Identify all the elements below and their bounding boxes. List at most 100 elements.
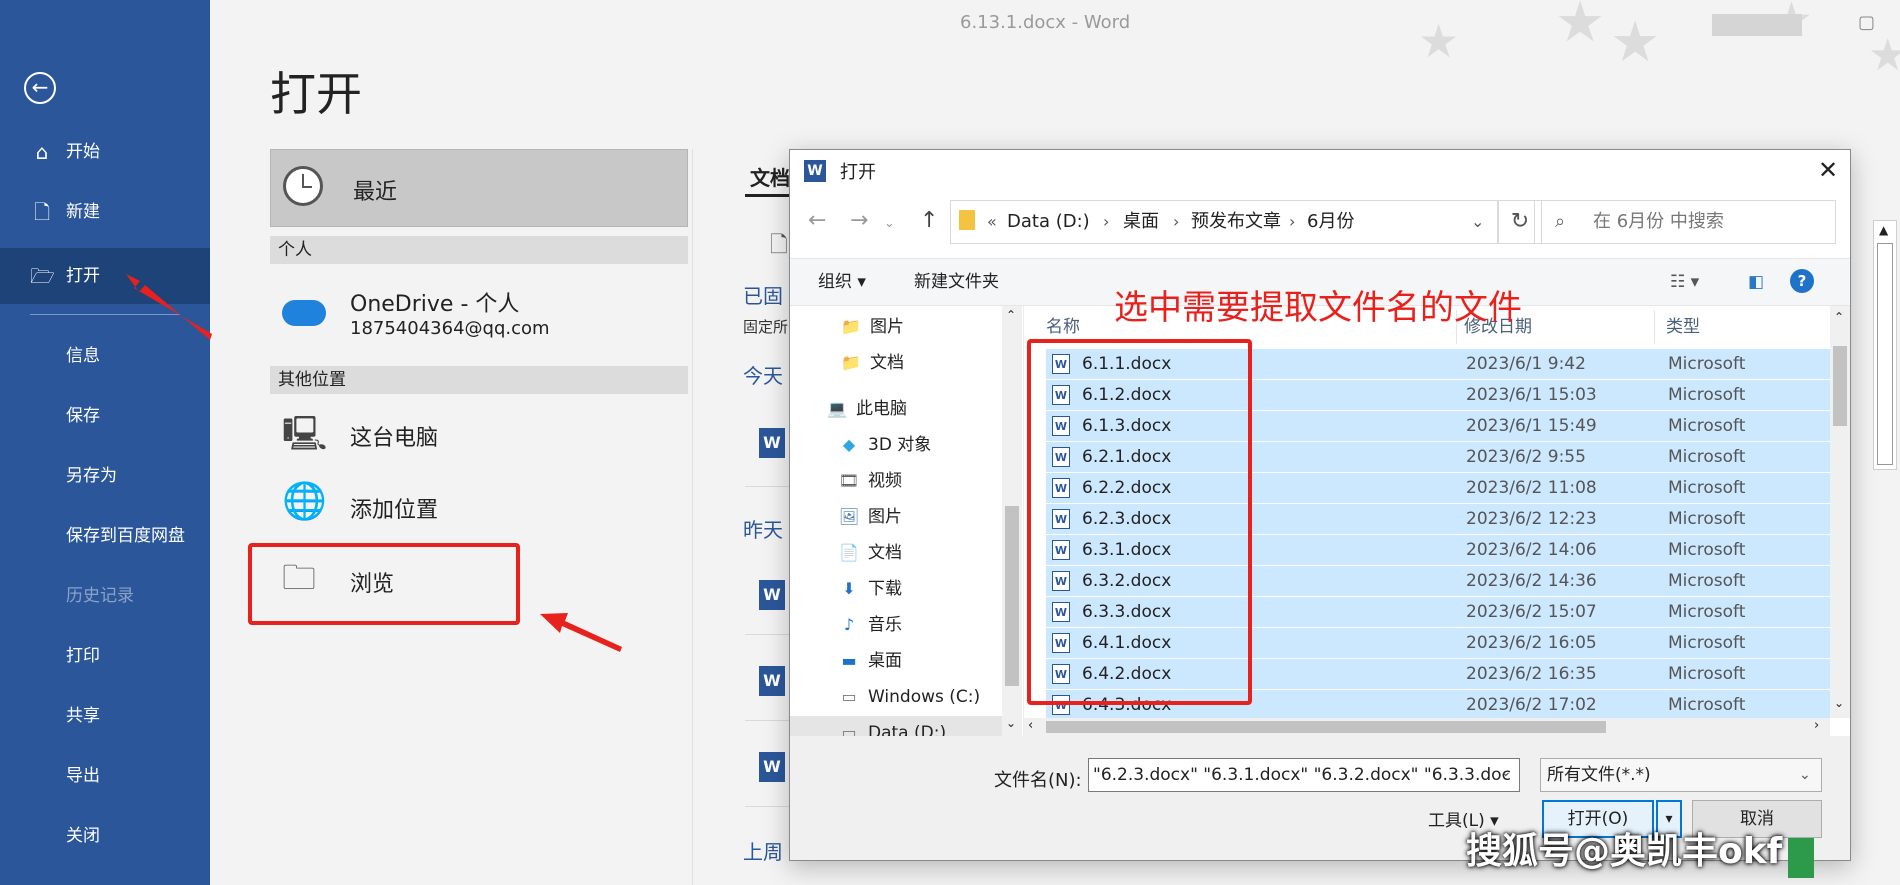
watermark-text: 搜狐号@奥凯丰okf xyxy=(1466,831,1783,872)
tree-item-pictures-pc[interactable]: 🖼 图片 xyxy=(790,500,1005,534)
breadcrumb-item[interactable]: 桌面 xyxy=(1123,201,1159,243)
star-decoration-icon: ★ xyxy=(1868,30,1900,81)
help-icon[interactable]: ? xyxy=(1790,269,1814,293)
close-icon[interactable]: ✕ xyxy=(1810,154,1846,186)
scroll-thumb[interactable] xyxy=(1877,243,1893,465)
file-type: Microsoft xyxy=(1668,509,1746,529)
location-this-pc[interactable]: 🖳 这台电脑 xyxy=(270,408,688,458)
tab-underline xyxy=(745,194,789,197)
breadcrumb-item[interactable]: 预发布文章 xyxy=(1191,201,1281,243)
tree-item-documents-pc[interactable]: 📄 文档 xyxy=(790,536,1005,570)
tree-item-3d-objects[interactable]: ◆ 3D 对象 xyxy=(790,428,1005,462)
navigation-pane: 📁 图片 📁 文档 💻 此电脑 ◆ 3D 对象 🎞 视频 🖼 图片 📄 文档 ⬇ xyxy=(790,306,1024,736)
file-type: Microsoft xyxy=(1668,385,1746,405)
tree-item-desktop[interactable]: ▬ 桌面 xyxy=(790,644,1005,678)
window-controls-icon[interactable]: ▢ xyxy=(1858,12,1875,33)
scroll-left-icon[interactable]: ‹ xyxy=(1028,718,1033,733)
scroll-right-icon[interactable]: › xyxy=(1814,718,1819,733)
filename-input[interactable]: "6.2.3.docx" "6.3.1.docx" "6.3.2.docx" "… xyxy=(1088,758,1520,792)
location-label: 最近 xyxy=(353,180,398,205)
pinned-heading: 已固 xyxy=(743,284,783,308)
forward-arrow-icon[interactable]: → xyxy=(850,208,868,233)
location-add-place[interactable]: 🌐 添加位置 xyxy=(270,480,688,530)
organize-button[interactable]: 组织 ▾ xyxy=(818,259,866,305)
file-type: Microsoft xyxy=(1668,695,1746,715)
tree-item-label: 桌面 xyxy=(868,651,902,671)
chevron-down-icon[interactable]: ⌄ xyxy=(1471,201,1484,243)
tree-item-this-pc[interactable]: 💻 此电脑 xyxy=(790,392,1005,426)
location-onedrive[interactable]: OneDrive - 个人 1875404364@qq.com xyxy=(270,282,688,348)
tree-item-label: 图片 xyxy=(870,317,904,337)
scroll-up-icon[interactable]: ▲ xyxy=(1879,223,1888,237)
tree-item-drive-c[interactable]: ▭ Windows (C:) xyxy=(790,680,1005,714)
documents-tab[interactable]: 文档 xyxy=(750,162,790,191)
nav-item-close[interactable]: 关闭 xyxy=(0,812,210,860)
recent-locations-chevron-icon[interactable]: ⌄ xyxy=(884,216,895,231)
tree-item-videos[interactable]: 🎞 视频 xyxy=(790,464,1005,498)
word-doc-icon[interactable]: W xyxy=(759,580,785,610)
new-folder-button[interactable]: 新建文件夹 xyxy=(914,259,999,305)
open-folder-icon: 🗁 xyxy=(30,264,55,288)
tree-item-drive-d[interactable]: ▭ Data (D:) xyxy=(790,716,1005,736)
avatar[interactable] xyxy=(1712,14,1802,36)
file-type: Microsoft xyxy=(1668,416,1746,436)
cube-icon: ◆ xyxy=(842,435,856,454)
nav-item-label: 打印 xyxy=(66,646,100,666)
nav-item-info[interactable]: 信息 xyxy=(0,332,210,380)
tree-item-downloads[interactable]: ⬇ 下载 xyxy=(790,572,1005,606)
nav-item-home[interactable]: ⌂ 开始 xyxy=(0,128,210,176)
chevron-down-icon[interactable]: ⌄ xyxy=(1500,764,1512,780)
breadcrumb-overflow[interactable]: « xyxy=(987,201,997,243)
chevron-right-icon[interactable]: › xyxy=(1173,201,1179,243)
column-divider xyxy=(692,149,693,885)
breadcrumb-item[interactable]: 6月份 xyxy=(1307,201,1354,243)
chevron-right-icon[interactable]: › xyxy=(1289,201,1295,243)
search-input[interactable]: ⌕ 在 6月份 中搜索 xyxy=(1534,200,1836,244)
section-header-personal: 个人 xyxy=(270,236,688,264)
back-arrow-icon[interactable]: ← xyxy=(808,208,826,233)
annotation-text: 选中需要提取文件名的文件 xyxy=(1114,288,1522,328)
file-type: Microsoft xyxy=(1668,478,1746,498)
column-header-type[interactable]: 类型 xyxy=(1666,306,1700,348)
highlight-box-browse xyxy=(248,543,520,625)
file-modified: 2023/6/2 17:02 xyxy=(1466,695,1597,715)
nav-item-new[interactable]: 🗋 新建 xyxy=(0,188,210,236)
word-doc-icon[interactable]: W xyxy=(759,666,785,696)
scroll-thumb[interactable] xyxy=(1005,506,1019,686)
nav-item-save-baidu[interactable]: 保存到百度网盘 xyxy=(0,512,210,560)
tree-item-pictures[interactable]: 📁 图片 xyxy=(790,310,1005,344)
nav-item-label: 另存为 xyxy=(66,466,117,486)
address-bar[interactable]: « Data (D:) › 桌面 › 预发布文章 › 6月份 ⌄ xyxy=(950,200,1498,244)
column-divider[interactable] xyxy=(1654,310,1655,344)
tree-item-music[interactable]: ♪ 音乐 xyxy=(790,608,1005,642)
nav-item-export[interactable]: 导出 xyxy=(0,752,210,800)
computer-icon: 💻 xyxy=(827,399,847,418)
view-options-icon[interactable]: ☷ ▾ xyxy=(1670,259,1699,305)
preview-pane-icon[interactable]: ◧ xyxy=(1748,259,1764,305)
scroll-thumb[interactable] xyxy=(1833,346,1847,426)
music-note-icon: ♪ xyxy=(843,615,855,634)
location-recent[interactable]: 最近 xyxy=(270,149,688,227)
scroll-down-icon[interactable]: ⌄ xyxy=(1834,696,1844,710)
nav-item-print[interactable]: 打印 xyxy=(0,632,210,680)
back-arrow-icon[interactable]: ← xyxy=(24,72,56,104)
nav-item-share[interactable]: 共享 xyxy=(0,692,210,740)
tree-item-documents[interactable]: 📁 文档 xyxy=(790,346,1005,380)
scroll-up-icon[interactable]: ⌃ xyxy=(1834,310,1844,324)
nav-item-save-as[interactable]: 另存为 xyxy=(0,452,210,500)
tree-item-label: 音乐 xyxy=(868,615,902,635)
scroll-thumb[interactable] xyxy=(1046,721,1606,733)
scroll-up-icon[interactable]: ⌃ xyxy=(1006,308,1016,322)
page-scrollbar[interactable]: ▲ xyxy=(1873,220,1897,470)
breadcrumb-item[interactable]: Data (D:) xyxy=(1007,201,1090,243)
word-doc-icon[interactable]: W xyxy=(759,428,785,458)
word-doc-icon[interactable]: W xyxy=(759,752,785,782)
filetype-select[interactable]: 所有文件(*.*) ⌄ xyxy=(1540,758,1822,792)
nav-item-open[interactable]: 🗁 打开 xyxy=(0,248,210,304)
chevron-right-icon[interactable]: › xyxy=(1103,201,1109,243)
nav-item-save[interactable]: 保存 xyxy=(0,392,210,440)
location-label: OneDrive - 个人 xyxy=(350,292,520,317)
scroll-down-icon[interactable]: ⌄ xyxy=(1006,716,1016,730)
location-label: 这台电脑 xyxy=(350,426,439,451)
up-arrow-icon[interactable]: ↑ xyxy=(920,208,938,233)
